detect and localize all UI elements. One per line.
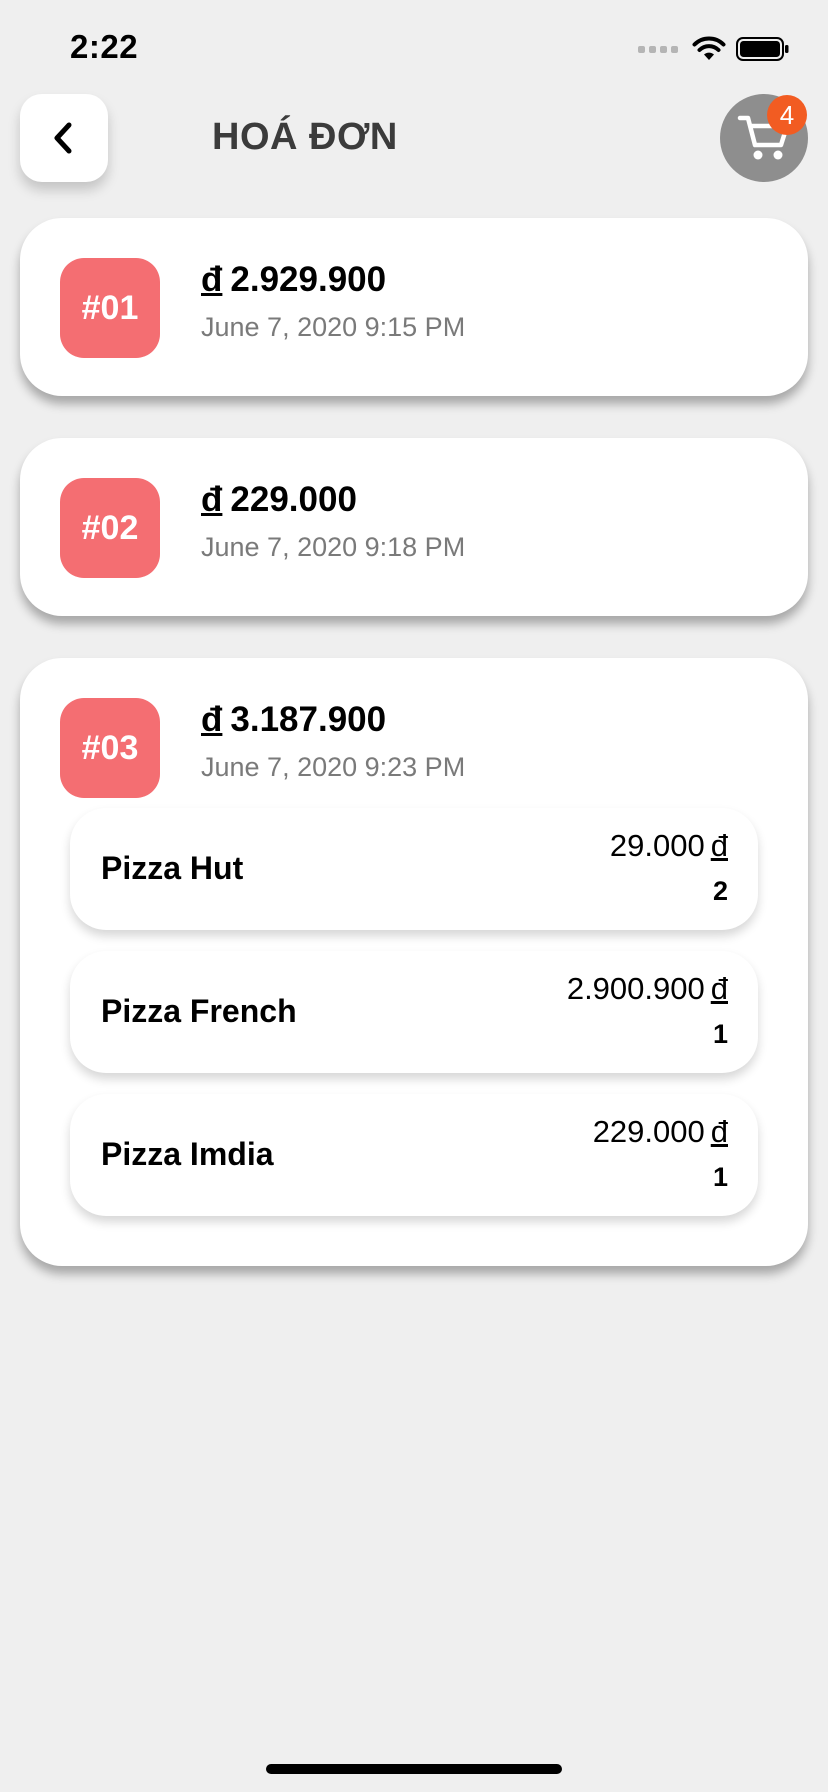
- item-price-value: 229.000: [592, 1114, 705, 1149]
- item-quantity: 1: [712, 1162, 728, 1192]
- status-icons: [638, 36, 790, 62]
- item-name: Pizza French: [101, 993, 297, 1029]
- currency-symbol: đ: [201, 480, 223, 519]
- order-number-badge: #03: [60, 698, 160, 798]
- status-bar: 2:22: [0, 0, 828, 100]
- currency-symbol: đ: [710, 971, 728, 1006]
- currency-symbol: đ: [710, 828, 728, 863]
- cart-count-badge: 4: [767, 95, 807, 135]
- order-card-expanded[interactable]: #03 đ 3.187.900 June 7, 2020 9:23 PM Pizz…: [20, 658, 808, 1266]
- order-total: đ 229.000: [201, 480, 357, 520]
- currency-symbol: đ: [201, 260, 223, 299]
- order-date: June 7, 2020 9:18 PM: [201, 532, 466, 562]
- order-item[interactable]: Pizza Hut 29.000 đ 2: [70, 808, 758, 930]
- order-total-value: 3.187.900: [230, 700, 387, 739]
- currency-symbol: đ: [201, 700, 223, 739]
- item-price: 229.000 đ: [593, 1114, 728, 1150]
- order-date: June 7, 2020 9:15 PM: [201, 312, 466, 342]
- item-quantity: 1: [712, 1019, 728, 1049]
- item-price: 2.900.900 đ: [567, 971, 728, 1007]
- order-number-badge: #02: [60, 478, 160, 578]
- order-card[interactable]: #01 đ 2.929.900 June 7, 2020 9:15 PM: [20, 218, 808, 396]
- order-card[interactable]: #02 đ 229.000 June 7, 2020 9:18 PM: [20, 438, 808, 616]
- chevron-left-icon: [54, 122, 72, 154]
- status-time: 2:22: [70, 28, 139, 65]
- cellular-signal-icon: [638, 45, 678, 53]
- item-quantity: 2: [712, 876, 728, 906]
- order-total-value: 2.929.900: [230, 260, 387, 299]
- item-price-value: 2.900.900: [566, 971, 705, 1006]
- order-date: June 7, 2020 9:23 PM: [201, 752, 466, 782]
- wifi-icon: [692, 36, 726, 60]
- back-button[interactable]: [20, 94, 108, 182]
- item-name: Pizza Hut: [101, 850, 244, 886]
- item-price: 29.000 đ: [610, 828, 728, 864]
- order-total: đ 2.929.900: [201, 260, 386, 300]
- currency-symbol: đ: [710, 1114, 728, 1149]
- home-indicator[interactable]: [266, 1764, 562, 1774]
- order-total: đ 3.187.900: [201, 700, 386, 740]
- item-price-value: 29.000: [609, 828, 705, 863]
- order-item[interactable]: Pizza French 2.900.900 đ 1: [70, 951, 758, 1073]
- item-name: Pizza Imdia: [101, 1136, 274, 1172]
- battery-icon: [736, 37, 789, 61]
- page-title: HOÁ ĐƠN: [212, 116, 398, 158]
- order-number-badge: #01: [60, 258, 160, 358]
- order-total-value: 229.000: [230, 480, 357, 519]
- order-item[interactable]: Pizza Imdia 229.000 đ 1: [70, 1094, 758, 1216]
